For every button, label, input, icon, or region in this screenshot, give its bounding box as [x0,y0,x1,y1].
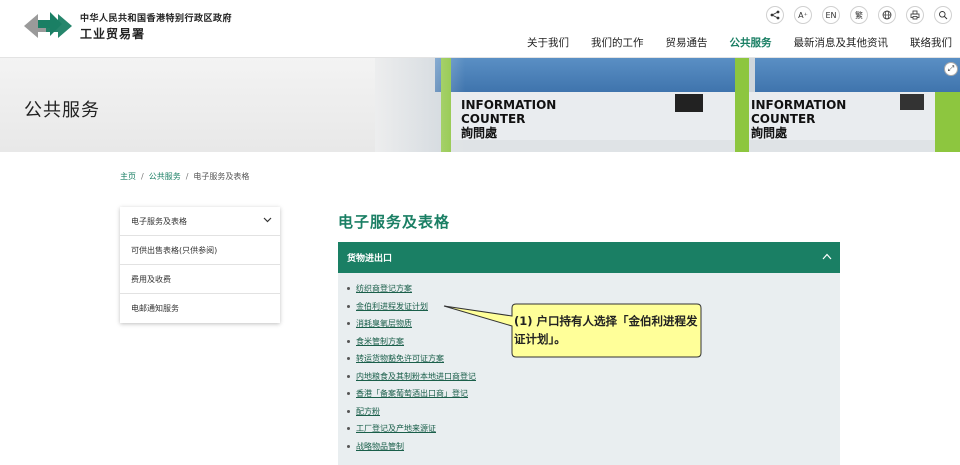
list-item: 战略物品管制 [347,441,476,459]
chevron-down-icon [263,217,272,223]
breadcrumb-public-services[interactable]: 公共服务 [149,172,181,181]
zoom-icon[interactable]: ⤢ [944,62,958,76]
accordion-header[interactable]: 货物进出口 [338,242,840,273]
banner-photo: INFORMATION COUNTER 詢問處 INFORMATION COUN… [375,58,960,152]
chevron-up-icon [822,253,832,260]
nav-trade-circulars[interactable]: 贸易通告 [666,35,708,50]
print-icon[interactable] [906,6,924,24]
list-item: 配方粉 [347,406,476,424]
list-item: 内地粮食及其制粉本地进口商登记 [347,371,476,389]
dept-name[interactable]: 工业贸易署 [80,25,145,42]
side-item-forms-for-sale[interactable]: 可供出售表格(只供参阅) [120,236,280,265]
sign-info-2: INFORMATION [751,98,847,112]
sign-info-1: INFORMATION [461,98,557,112]
lang-tc-button[interactable]: 繁 [850,6,868,24]
link-textiles-registration[interactable]: 纺织商登记方案 [356,284,412,293]
breadcrumb-home[interactable]: 主页 [120,172,136,181]
section-title: 电子服务及表格 [338,213,451,231]
nav-about[interactable]: 关于我们 [527,35,569,50]
breadcrumb-current: 电子服务及表格 [193,172,250,181]
search-icon[interactable] [934,6,952,24]
callout-text: (1) 户口持有人选择「金伯利进程发证计划」。 [514,314,698,346]
gov-name: 中华人民共和国香港特别行政区政府 [80,14,233,24]
nav-news[interactable]: 最新消息及其他资讯 [794,35,889,50]
link-factory-registration[interactable]: 工厂登记及产地来源证 [356,424,436,433]
tid-logo-icon[interactable] [24,6,72,46]
side-item-eservices[interactable]: 电子服务及表格 [120,207,280,236]
share-icon[interactable] [766,6,784,24]
site-header: 中华人民共和国香港特别行政区政府 工业贸易署 A⁺ EN 繁 关于我们 我们的工… [0,0,960,58]
side-item-email-notification[interactable]: 电邮通知服务 [120,294,280,323]
nav-contact[interactable]: 联络我们 [910,35,952,50]
link-kimberley-process[interactable]: 金伯利进程发证计划 [356,302,428,311]
link-strategic-commodities[interactable]: 战略物品管制 [356,442,404,451]
sign-counter-1: COUNTER [461,112,526,126]
nav-our-work[interactable]: 我们的工作 [591,35,644,50]
link-rice-control[interactable]: 食米管制方案 [356,337,404,346]
lang-en-button[interactable]: EN [822,6,840,24]
link-ozone-substances[interactable]: 消耗臭氧层物质 [356,319,412,328]
sign-chinese-1: 詢問處 [461,126,498,140]
side-menu: 电子服务及表格 可供出售表格(只供参阅) 费用及收费 电邮通知服务 [120,207,280,323]
sign-counter-2: COUNTER [751,112,816,126]
sign-chinese-2: 詢問處 [751,126,788,140]
globe-icon[interactable] [878,6,896,24]
font-size-icon[interactable]: A⁺ [794,6,812,24]
list-item: 工厂登记及产地来源证 [347,423,476,441]
link-mainland-grain-importer[interactable]: 内地粮食及其制粉本地进口商登记 [356,372,476,381]
list-item: 香港「备案葡萄酒出口商」登记 [347,388,476,406]
link-wine-exporter[interactable]: 香港「备案葡萄酒出口商」登记 [356,389,468,398]
banner-title-area: 公共服务 [0,58,375,152]
header-tools: A⁺ EN 繁 [766,6,952,24]
page-title: 公共服务 [24,100,100,121]
side-item-fees[interactable]: 费用及收费 [120,265,280,294]
nav-public-services[interactable]: 公共服务 [730,35,772,50]
main-nav: 关于我们 我们的工作 贸易通告 公共服务 最新消息及其他资讯 联络我们 [505,35,952,50]
breadcrumb: 主页 / 公共服务 / 电子服务及表格 [120,172,250,181]
link-formula-powder[interactable]: 配方粉 [356,407,380,416]
